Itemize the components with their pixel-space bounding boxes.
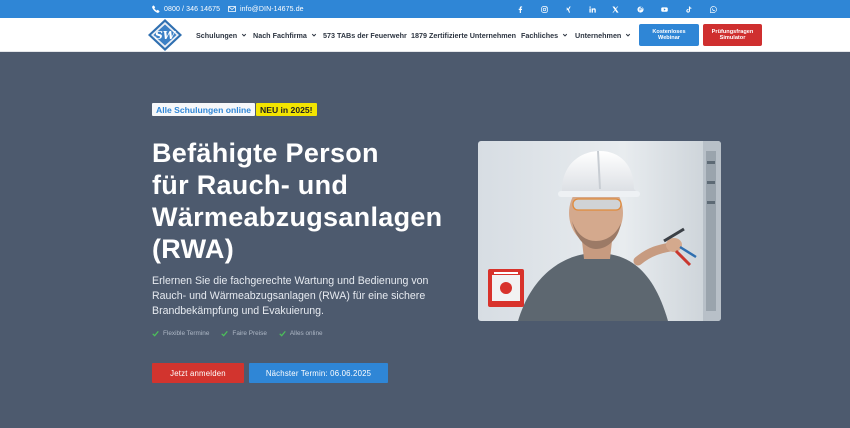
check-icon <box>279 330 286 337</box>
chevron-down-icon <box>311 33 317 37</box>
email-link[interactable]: info@DIN-14675.de <box>228 0 304 18</box>
hero-image-technician <box>478 141 721 321</box>
nav-fachfirma[interactable]: Nach Fachfirma <box>253 18 317 52</box>
phone-link[interactable]: 0800 / 346 14675 <box>152 0 220 18</box>
nav-label: Schulungen <box>196 30 238 40</box>
check-icon <box>221 330 229 337</box>
nav-fachliches[interactable]: Fachliches <box>521 18 568 52</box>
xing-icon[interactable] <box>562 0 574 18</box>
instagram-icon[interactable] <box>538 0 550 18</box>
nav-label: 1879 Zertifizierte Unternehmen <box>411 30 517 40</box>
feature-label: Flexible Termine <box>163 329 210 337</box>
nav-tabs-feuerwehr[interactable]: 573 TABs der Feuerwehr <box>323 18 407 52</box>
button-label: Webinar <box>658 35 680 41</box>
technician-illustration <box>478 141 721 321</box>
svg-text:SW: SW <box>155 29 177 42</box>
feature-item: Faire Preise <box>221 328 267 338</box>
x-icon[interactable] <box>609 0 621 18</box>
chevron-down-icon <box>242 33 247 37</box>
free-webinar-button[interactable]: Kostenloses Webinar <box>639 24 699 46</box>
email-address: info@DIN-14675.de <box>240 5 304 13</box>
check-icon <box>152 330 159 337</box>
pinterest-icon[interactable] <box>634 0 646 18</box>
register-button[interactable]: Jetzt anmelden <box>152 363 244 383</box>
title-line: (RWA) <box>152 234 234 264</box>
badge-all-online: Alle Schulungen online <box>152 103 256 116</box>
exam-simulator-button[interactable]: Prüfungsfragen Simulator <box>703 24 762 46</box>
feature-label: Alles online <box>289 329 323 337</box>
email-icon <box>228 6 236 12</box>
nav-label: Fachliches <box>521 30 559 40</box>
title-line: Befähigte Person <box>152 138 379 168</box>
youtube-icon[interactable] <box>658 0 670 18</box>
feature-label: Faire Preise <box>232 329 267 337</box>
nav-unternehmen[interactable]: Unternehmen <box>575 18 631 52</box>
title-line: für Rauch- und <box>152 170 349 200</box>
feature-item: Flexible Termine <box>152 328 209 338</box>
nav-label: 573 TABs der Feuerwehr <box>323 30 407 40</box>
next-date-button[interactable]: Nächster Termin: 06.06.2025 <box>249 363 388 383</box>
tiktok-icon[interactable] <box>682 0 694 18</box>
nav-zertifizierte-unternehmen[interactable]: 1879 Zertifizierte Unternehmen <box>411 18 516 52</box>
feature-list: Flexible Termine Faire Preise Alles onli… <box>152 328 323 338</box>
hero-subtitle: Erlernen Sie die fachgerechte Wartung un… <box>152 275 429 318</box>
top-bar: 0800 / 346 14675 info@DIN-14675.de <box>0 0 850 18</box>
chevron-down-icon <box>563 33 568 37</box>
feature-item: Alles online <box>279 328 323 338</box>
nav-schulungen[interactable]: Schulungen <box>196 18 247 52</box>
nav-label: Nach Fachfirma <box>253 30 307 40</box>
linkedin-icon[interactable] <box>586 0 598 18</box>
whatsapp-icon[interactable] <box>707 0 719 18</box>
page-title: Befähigte Person für Rauch- und Wärmeabz… <box>152 137 472 265</box>
main-navigation: SW Schulungen Nach Fachfirma 573 TABs de… <box>0 18 850 52</box>
site-logo[interactable]: SW <box>145 18 185 52</box>
title-line: Wärmeabzugsanlagen <box>152 202 443 232</box>
logo-emblem-icon: SW <box>148 19 182 51</box>
button-label: Simulator <box>719 35 746 41</box>
nav-label: Unternehmen <box>575 30 622 40</box>
badge-new-2025: NEU in 2025! <box>256 103 317 116</box>
phone-icon <box>152 5 160 13</box>
facebook-icon[interactable] <box>514 0 526 18</box>
phone-number: 0800 / 346 14675 <box>164 5 221 13</box>
chevron-down-icon <box>626 33 631 37</box>
